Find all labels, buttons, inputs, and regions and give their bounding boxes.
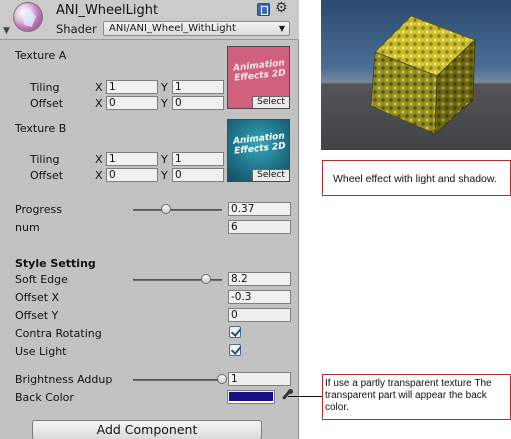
style-setting-heading: Style Setting: [15, 257, 96, 270]
progress-field[interactable]: 0.37: [228, 202, 291, 216]
soft-edge-slider-knob[interactable]: [200, 274, 211, 284]
preview-note: Wheel effect with light and shadow.: [322, 160, 511, 196]
num-field[interactable]: 6: [228, 220, 291, 234]
shader-dropdown-value: ANI/ANI_Wheel_WithLight: [109, 23, 236, 34]
texture-b-offset-y-field[interactable]: 0: [172, 168, 224, 182]
preview-cube: [370, 15, 476, 135]
texture-b-tiling-y-label: Y: [161, 153, 168, 166]
progress-label: Progress: [15, 203, 62, 216]
material-sphere-icon: [13, 2, 43, 32]
gear-icon[interactable]: ⚙: [275, 0, 288, 16]
texture-a-select-button[interactable]: Select: [252, 96, 289, 108]
texture-a-offset-x-label: X: [95, 97, 103, 110]
callout-line: [288, 396, 322, 397]
brightness-addup-label: Brightness Addup: [15, 373, 113, 386]
contra-rotating-label: Contra Rotating: [15, 327, 102, 340]
texture-a-tiling-x-label: X: [95, 81, 103, 94]
texture-b-tiling-x-label: X: [95, 153, 103, 166]
brightness-slider-knob[interactable]: [217, 374, 227, 384]
texture-a-thumbnail[interactable]: Animation Effects 2D Select: [227, 46, 290, 109]
texture-b-tiling-y-field[interactable]: 1: [172, 152, 224, 166]
texture-a-label: Texture A: [15, 49, 67, 62]
offset-x-field[interactable]: -0.3: [228, 290, 291, 304]
texture-b-tiling-label: Tiling: [30, 153, 60, 166]
texture-a-thumbnail-text: Animation Effects 2D: [232, 58, 287, 84]
offset-y-label: Offset Y: [15, 309, 59, 322]
inspector-panel: ▼ ANI_WheelLight Shader ANI/ANI_Wheel_Wi…: [0, 0, 299, 439]
progress-slider-knob[interactable]: [160, 204, 171, 214]
texture-a-tiling-x-field[interactable]: 1: [106, 80, 158, 94]
texture-b-thumbnail[interactable]: Animation Effects 2D Select: [227, 119, 290, 182]
texture-b-thumbnail-text: Animation Effects 2D: [232, 131, 287, 157]
num-label: num: [15, 221, 40, 234]
brightness-field[interactable]: 1: [228, 372, 291, 386]
back-color-field[interactable]: [227, 390, 275, 404]
soft-edge-label: Soft Edge: [15, 273, 68, 286]
texture-a-tiling-y-field[interactable]: 1: [172, 80, 224, 94]
texture-a-tiling-label: Tiling: [30, 81, 60, 94]
chevron-down-icon: ▼: [278, 24, 285, 33]
texture-b-offset-label: Offset: [30, 169, 64, 182]
texture-b-label: Texture B: [15, 122, 67, 135]
texture-b-offset-x-label: X: [95, 169, 103, 182]
brightness-slider-track[interactable]: [133, 379, 222, 381]
texture-a-offset-label: Offset: [30, 97, 64, 110]
back-color-alpha-bar: [229, 401, 273, 403]
back-color-label: Back Color: [15, 391, 74, 404]
texture-a-offset-y-label: Y: [161, 97, 168, 110]
material-name: ANI_WheelLight: [56, 3, 159, 18]
texture-b-offset-x-field[interactable]: 0: [106, 168, 158, 182]
texture-a-offset-x-field[interactable]: 0: [106, 96, 158, 110]
offset-x-label: Offset X: [15, 291, 60, 304]
material-preview: [321, 0, 511, 150]
progress-slider-track[interactable]: [133, 209, 222, 211]
shader-dropdown[interactable]: ANI/ANI_Wheel_WithLight ▼: [103, 21, 290, 36]
texture-b-offset-y-label: Y: [161, 169, 168, 182]
offset-y-field[interactable]: 0: [228, 308, 291, 322]
shader-label: Shader: [56, 22, 97, 36]
texture-b-tiling-x-field[interactable]: 1: [106, 152, 158, 166]
texture-b-select-button[interactable]: Select: [252, 169, 289, 181]
foldout-arrow-icon[interactable]: ▼: [3, 26, 10, 36]
use-light-checkbox[interactable]: [229, 344, 241, 356]
material-header: ▼ ANI_WheelLight Shader ANI/ANI_Wheel_Wi…: [0, 0, 299, 40]
back-color-note: If use a partly transparent texture The …: [322, 374, 511, 420]
contra-rotating-checkbox[interactable]: [229, 326, 241, 338]
texture-a-tiling-y-label: Y: [161, 81, 168, 94]
help-book-icon[interactable]: [257, 3, 270, 16]
eyedropper-icon[interactable]: [279, 389, 293, 404]
soft-edge-field[interactable]: 8.2: [228, 272, 291, 286]
use-light-label: Use Light: [15, 345, 67, 358]
texture-a-offset-y-field[interactable]: 0: [172, 96, 224, 110]
add-component-button[interactable]: Add Component: [32, 420, 262, 439]
